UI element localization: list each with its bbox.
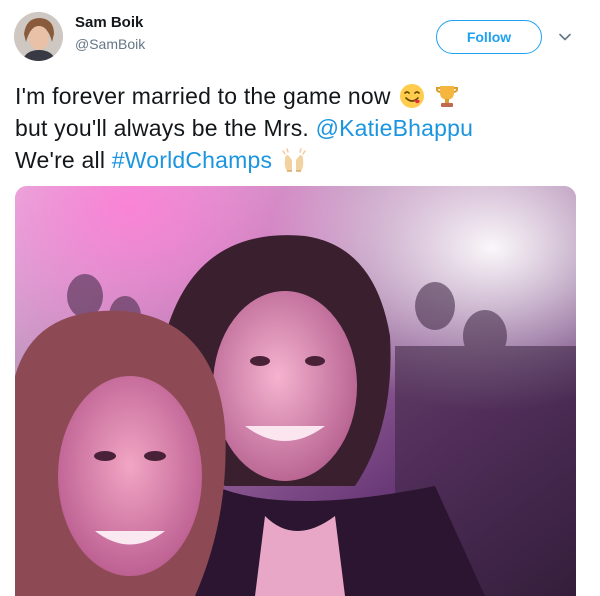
tweet-text-segment: We're all	[15, 147, 106, 173]
mention-link[interactable]: @KatieBhappu	[316, 115, 473, 141]
tweet-line-1: I'm forever married to the game now	[15, 80, 585, 112]
face-savoring-food-emoji-icon	[399, 83, 425, 109]
follow-button[interactable]: Follow	[436, 20, 542, 54]
raising-hands-emoji-icon	[281, 147, 307, 173]
tweet-line-3: We're all #WorldChamps	[15, 144, 585, 176]
user-handle[interactable]: @SamBoik	[75, 36, 145, 52]
avatar[interactable]	[14, 12, 63, 61]
selfie-image	[15, 186, 576, 596]
tweet-photo[interactable]	[15, 186, 576, 596]
tweet-text-segment: I'm forever married to the game now	[15, 83, 391, 109]
tweet-text-segment: but you'll always be the Mrs.	[15, 115, 309, 141]
trophy-emoji-icon	[434, 83, 460, 109]
display-name[interactable]: Sam Boik	[75, 14, 143, 31]
avatar-image	[14, 12, 63, 61]
tweet-header: Sam Boik @SamBoik Follow	[0, 0, 600, 70]
chevron-down-icon[interactable]	[558, 30, 572, 44]
tweet-text: I'm forever married to the game now but …	[15, 80, 585, 176]
hashtag-link[interactable]: #WorldChamps	[112, 147, 272, 173]
tweet-line-2: but you'll always be the Mrs. @KatieBhap…	[15, 112, 585, 144]
